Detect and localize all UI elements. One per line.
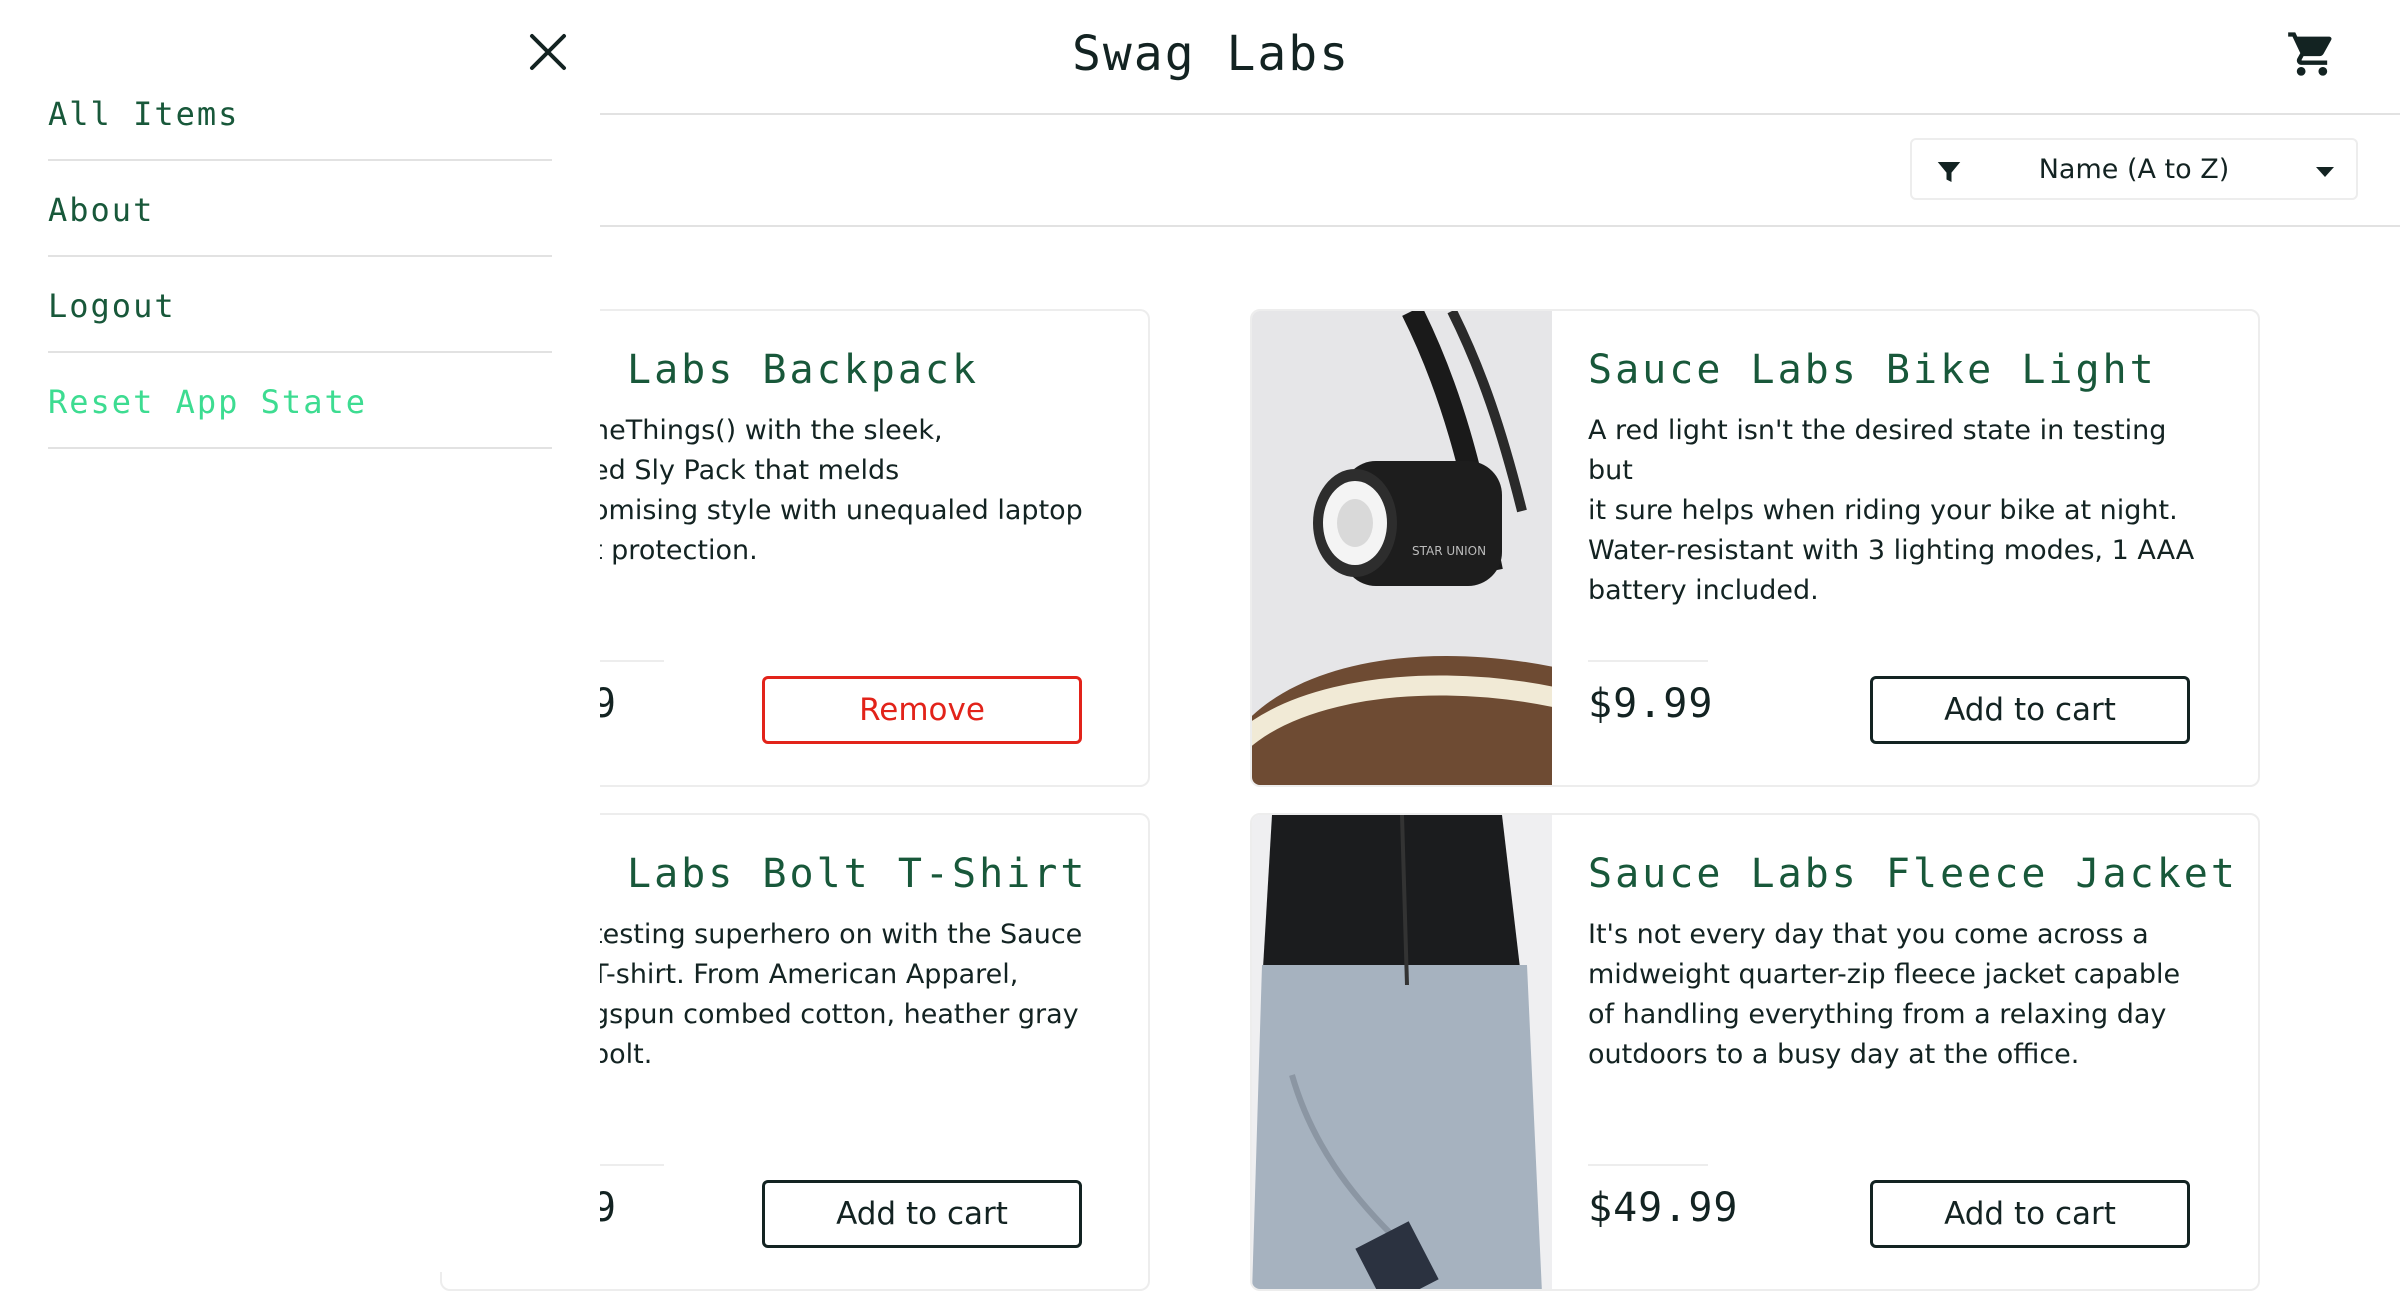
app-title: Swag Labs [1072, 26, 1351, 82]
desc-line: outdoors to a busy day at the office. [1588, 1039, 2080, 1070]
inventory-item: STAR UNION Sauce Labs Bike Light A red l… [1250, 309, 2260, 787]
desc-line: bolt. [592, 1039, 653, 1070]
caret-down-icon [2314, 164, 2336, 178]
desc-line: A red light isn't the desired state in t… [1588, 415, 2167, 486]
shopping-cart-icon[interactable] [2286, 28, 2338, 80]
item-name[interactable]: Sauce Labs Fleece Jacket [1588, 851, 2238, 897]
item-description: It's not every day that you come across … [1588, 915, 2208, 1075]
side-menu: All Items About Logout Reset App State [0, 0, 600, 1272]
desc-line: testing superhero on with the Sauce [592, 919, 1083, 950]
desc-line: Water-resistant with 3 lighting modes, 1… [1588, 535, 2195, 566]
desc-line: It's not every day that you come across … [1588, 919, 2149, 950]
item-price: $9.99 [1588, 681, 1714, 727]
product-image-bike-light[interactable]: STAR UNION [1252, 311, 1575, 785]
inventory-item: Sauce Labs Fleece Jacket It's not every … [1250, 813, 2260, 1291]
menu-item-reset-app-state[interactable]: Reset App State [48, 353, 552, 449]
desc-line: t protection. [592, 535, 758, 566]
remove-button[interactable]: Remove [762, 676, 1082, 744]
divider [592, 1164, 664, 1166]
divider [592, 660, 664, 662]
add-to-cart-button[interactable]: Add to cart [1870, 1180, 2190, 1248]
sort-selected-value: Name (A to Z) [2038, 154, 2230, 185]
item-name[interactable]: Labs Bolt T-Shirt [627, 851, 1087, 897]
divider [1588, 660, 1708, 662]
item-description: neThings() with the sleek, ed Sly Pack t… [592, 411, 1148, 571]
desc-line: gspun combed cotton, heather gray [592, 999, 1079, 1030]
desc-line: omising style with unequaled laptop [592, 495, 1083, 526]
desc-line: of handling everything from a relaxing d… [1588, 999, 2167, 1030]
item-description: testing superhero on with the Sauce T-sh… [592, 915, 1148, 1075]
desc-line: neThings() with the sleek, [592, 415, 943, 446]
item-price: $49.99 [1588, 1185, 1739, 1231]
desc-line: ed Sly Pack that melds [592, 455, 900, 486]
product-sort-select[interactable]: Name (A to Z) [1910, 138, 2358, 200]
desc-line: it sure helps when riding your bike at n… [1588, 495, 2178, 526]
desc-line: midweight quarter-zip fleece jacket capa… [1588, 959, 2181, 990]
divider [1588, 1164, 1708, 1166]
item-name[interactable]: Labs Backpack [627, 347, 979, 393]
desc-line: battery included. [1588, 575, 1819, 606]
menu-item-about[interactable]: About [48, 161, 552, 257]
item-description: A red light isn't the desired state in t… [1588, 411, 2208, 611]
add-to-cart-button[interactable]: Add to cart [762, 1180, 1082, 1248]
item-name[interactable]: Sauce Labs Bike Light [1588, 347, 2157, 393]
product-image-fleece-jacket[interactable] [1252, 815, 1552, 1289]
svg-text:STAR UNION: STAR UNION [1412, 544, 1486, 558]
menu-item-all-items[interactable]: All Items [48, 65, 552, 161]
add-to-cart-button[interactable]: Add to cart [1870, 676, 2190, 744]
menu-item-logout[interactable]: Logout [48, 257, 552, 353]
desc-line: T-shirt. From American Apparel, [592, 959, 1019, 990]
